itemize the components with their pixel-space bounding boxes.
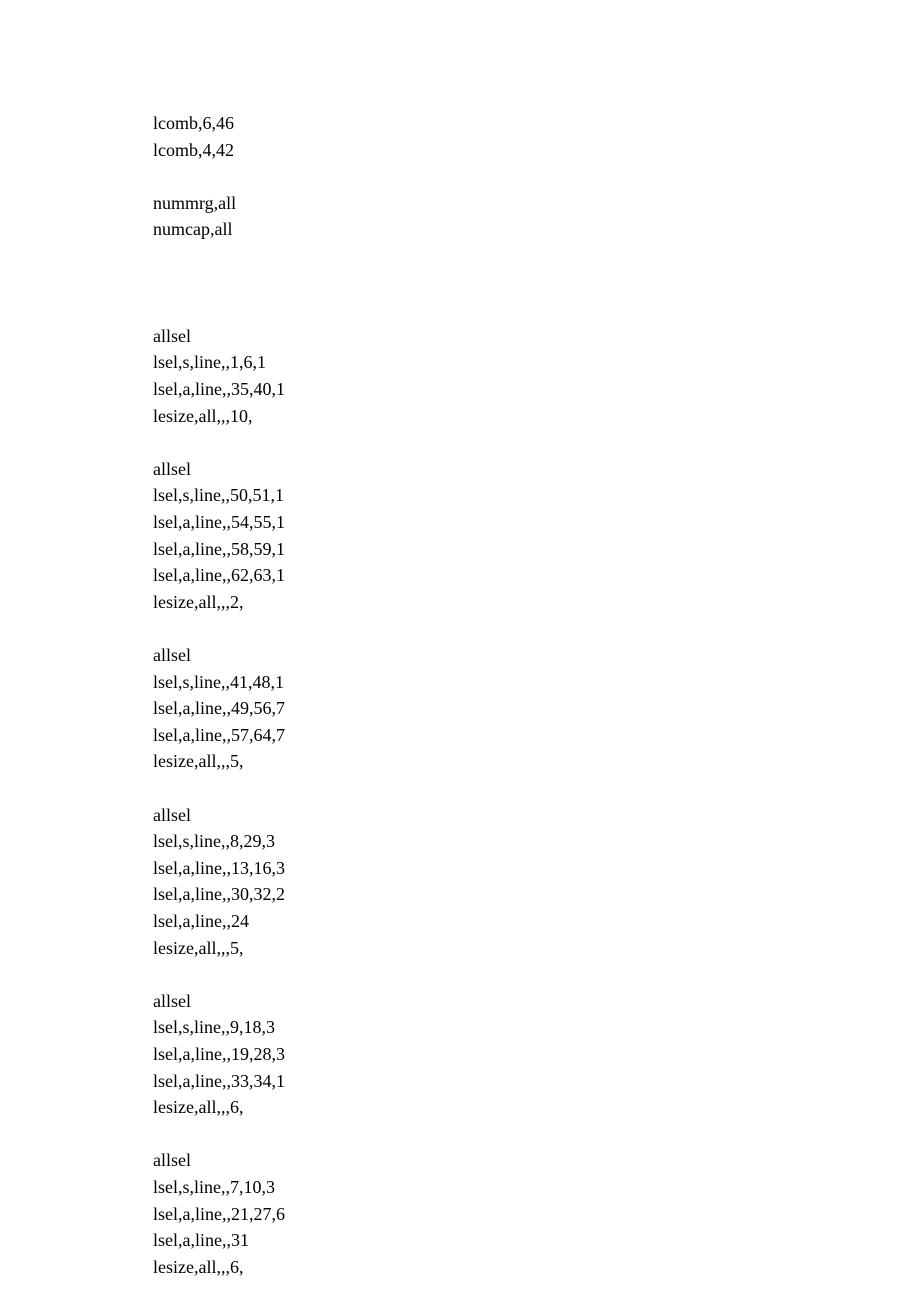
code-block — [153, 270, 920, 297]
code-block: allsellsel,s,line,,9,18,3lsel,a,line,,19… — [153, 988, 920, 1121]
code-line — [153, 270, 920, 297]
code-line: allsel — [153, 802, 920, 829]
code-block: nummrg,allnumcap,all — [153, 190, 920, 243]
code-line: lsel,a,line,,49,56,7 — [153, 695, 920, 722]
code-line: nummrg,all — [153, 190, 920, 217]
code-line: lsel,a,line,,19,28,3 — [153, 1041, 920, 1068]
code-line: lsel,s,line,,9,18,3 — [153, 1014, 920, 1041]
code-block: allsellsel,s,line,,7,10,3lsel,a,line,,21… — [153, 1147, 920, 1280]
code-line: lsel,s,line,,8,29,3 — [153, 828, 920, 855]
code-line: lsel,a,line,,54,55,1 — [153, 509, 920, 536]
code-block: allsellsel,s,line,,1,6,1lsel,a,line,,35,… — [153, 323, 920, 430]
code-line: lsel,a,line,,35,40,1 — [153, 376, 920, 403]
code-line: lsel,a,line,,62,63,1 — [153, 562, 920, 589]
code-line: lsel,a,line,,30,32,2 — [153, 881, 920, 908]
code-line: lcomb,4,42 — [153, 137, 920, 164]
code-line: lsel,s,line,,7,10,3 — [153, 1174, 920, 1201]
code-block: allsellsel,s,line,,41,48,1lsel,a,line,,4… — [153, 642, 920, 775]
code-line: lesize,all,,,5, — [153, 748, 920, 775]
code-line: lesize,all,,,10, — [153, 403, 920, 430]
code-line: lesize,all,,,6, — [153, 1254, 920, 1281]
code-line: lesize,all,,,2, — [153, 589, 920, 616]
code-line: allsel — [153, 456, 920, 483]
code-line: lsel,s,line,,41,48,1 — [153, 669, 920, 696]
code-line: lsel,s,line,,1,6,1 — [153, 349, 920, 376]
code-line: lsel,s,line,,50,51,1 — [153, 482, 920, 509]
code-line: numcap,all — [153, 216, 920, 243]
code-block: allsellsel,s,line,,50,51,1lsel,a,line,,5… — [153, 456, 920, 616]
code-line: lsel,a,line,,13,16,3 — [153, 855, 920, 882]
code-line: lesize,all,,,6, — [153, 1094, 920, 1121]
code-line: allsel — [153, 988, 920, 1015]
code-line: allsel — [153, 1147, 920, 1174]
code-line: lsel,a,line,,21,27,6 — [153, 1201, 920, 1228]
code-line: allsel — [153, 642, 920, 669]
code-line: lsel,a,line,,33,34,1 — [153, 1068, 920, 1095]
code-line: lesize,all,,,5, — [153, 935, 920, 962]
code-listing: lcomb,6,46lcomb,4,42 nummrg,allnumcap,all… — [153, 110, 920, 1281]
code-line: lcomb,6,46 — [153, 110, 920, 137]
code-line: allsel — [153, 323, 920, 350]
code-block: allsellsel,s,line,,8,29,3lsel,a,line,,13… — [153, 802, 920, 962]
code-line: lsel,a,line,,58,59,1 — [153, 536, 920, 563]
code-line: lsel,a,line,,24 — [153, 908, 920, 935]
code-line: lsel,a,line,,31 — [153, 1227, 920, 1254]
code-line: lsel,a,line,,57,64,7 — [153, 722, 920, 749]
code-block: lcomb,6,46lcomb,4,42 — [153, 110, 920, 163]
